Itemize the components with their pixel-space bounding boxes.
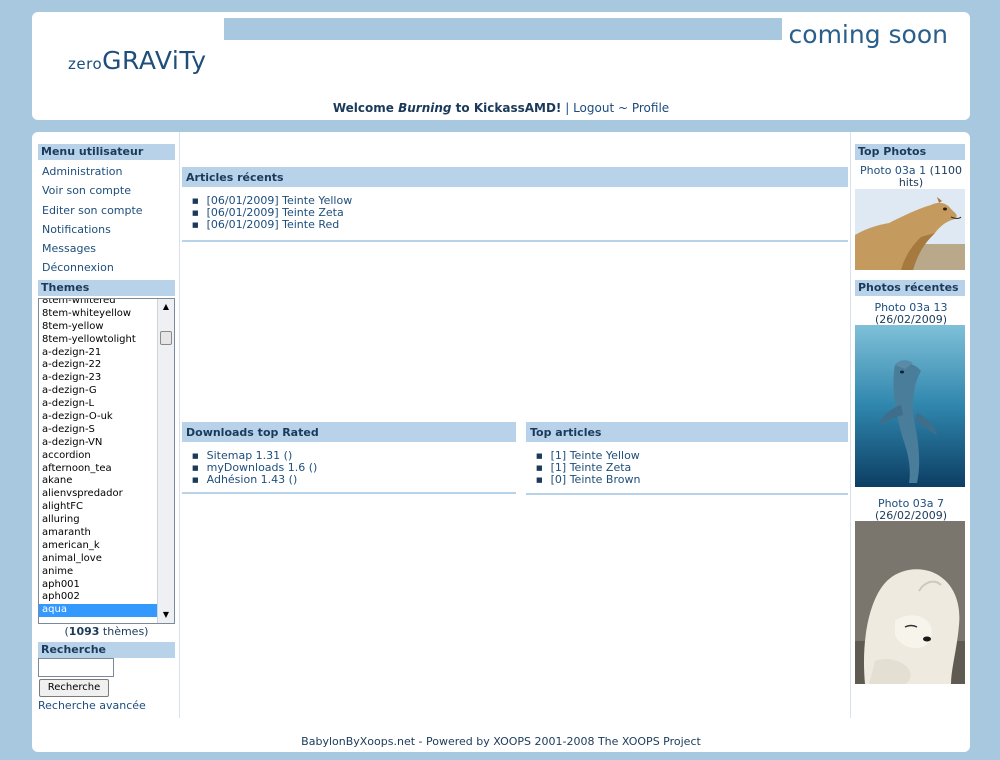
themes-scrollbar[interactable]: ▲ ▼ (157, 299, 174, 623)
theme-option[interactable]: a-dezign-G (39, 385, 157, 398)
recent-photo-caption: Photo 03a 7 (26/02/2009) (853, 498, 969, 522)
main-content: Menu utilisateur Administration Voir son… (32, 132, 970, 752)
footer: BabylonByXoops.net - Powered by XOOPS 20… (301, 735, 701, 748)
theme-option[interactable]: a-dezign-21 (39, 347, 157, 360)
theme-option[interactable]: 8tem-whiteyellow (39, 308, 157, 321)
theme-option[interactable]: aph002 (39, 591, 157, 604)
recent-articles-title: Articles récents (182, 167, 848, 187)
theme-option[interactable]: amaranth (39, 527, 157, 540)
top-articles-block: Top articles [1] Teinte Yellow [1] Teint… (526, 422, 848, 495)
dolphin-image (855, 325, 965, 487)
advanced-search-link[interactable]: Recherche avancée (38, 699, 146, 712)
right-column: Top Photos Photo 03a 1 (1100 hits) Photo… (850, 132, 970, 718)
top-articles-list: [1] Teinte Yellow [1] Teinte Zeta [0] Te… (526, 442, 848, 490)
themes-count-suffix: thèmes) (99, 625, 149, 638)
themes-title: Themes (38, 280, 175, 296)
profile-link[interactable]: Profile (632, 101, 669, 115)
theme-option[interactable]: anime (39, 566, 157, 579)
theme-option[interactable]: afternoon_tea (39, 463, 157, 476)
search-input[interactable] (38, 658, 114, 677)
menu-item-messages[interactable]: Messages (42, 239, 176, 258)
themes-count: (1093 thèmes) (64, 625, 149, 638)
logo-big-text: GRAViTy (102, 46, 207, 75)
themes-count-number: 1093 (68, 625, 100, 638)
menu-item-notifications[interactable]: Notifications (42, 220, 176, 239)
menu-item-view-account[interactable]: Voir son compte (42, 181, 176, 200)
downloads-top-rated-block: Downloads top Rated Sitemap 1.31 () myDo… (182, 422, 516, 494)
recent-articles-block: Articles récents [06/01/2009] Teinte Yel… (182, 167, 848, 242)
coming-soon-banner: coming soon (788, 20, 948, 49)
theme-option[interactable]: accordion (39, 450, 157, 463)
polar-bear-image (855, 521, 965, 684)
camel-image (855, 189, 965, 270)
user-menu: Administration Voir son compte Editer so… (42, 162, 176, 278)
theme-option[interactable]: a-dezign-S (39, 424, 157, 437)
username: Burning (398, 101, 452, 115)
search-button[interactable]: Recherche (39, 679, 109, 697)
theme-option[interactable]: 8tem-yellowtolight (39, 334, 157, 347)
theme-option[interactable]: a-dezign-23 (39, 372, 157, 385)
article-link[interactable]: [06/01/2009] Teinte Red (192, 219, 848, 231)
polar-bear-photo[interactable] (855, 521, 965, 684)
scroll-thumb[interactable] (160, 331, 172, 345)
left-column: Menu utilisateur Administration Voir son… (32, 132, 180, 718)
camel-photo[interactable] (855, 189, 965, 270)
top-photo-caption: Photo 03a 1 (1100 hits) (853, 165, 969, 189)
recent-articles-list: [06/01/2009] Teinte Yellow [06/01/2009] … (182, 187, 848, 235)
logout-link[interactable]: Logout (573, 101, 614, 115)
theme-option-selected[interactable]: aqua (39, 604, 157, 618)
scroll-up-arrow-icon[interactable]: ▲ (158, 299, 174, 315)
top-article-link[interactable]: [0] Teinte Brown (536, 474, 848, 486)
tilde-separator: ~ (614, 101, 632, 115)
header-tab (40, 20, 224, 30)
themes-options: 8tem-whitered 8tem-whiteyellow 8tem-yell… (39, 299, 157, 618)
themes-listbox[interactable]: 8tem-whitered 8tem-whiteyellow 8tem-yell… (38, 298, 175, 624)
menu-item-edit-account[interactable]: Editer son compte (42, 201, 176, 220)
theme-option[interactable]: a-dezign-O-uk (39, 411, 157, 424)
downloads-title: Downloads top Rated (182, 422, 516, 442)
theme-option[interactable]: aph001 (39, 579, 157, 592)
theme-option[interactable]: 8tem-yellow (39, 321, 157, 334)
dolphin-photo[interactable] (855, 325, 965, 487)
theme-option[interactable]: alienvspredador (39, 488, 157, 501)
theme-option[interactable]: american_k (39, 540, 157, 553)
downloads-list: Sitemap 1.31 () myDownloads 1.6 () Adhés… (182, 442, 516, 490)
theme-option[interactable]: akane (39, 475, 157, 488)
user-menu-title: Menu utilisateur (38, 144, 175, 160)
recent-photos-title: Photos récentes (855, 280, 965, 296)
theme-option[interactable]: a-dezign-L (39, 398, 157, 411)
menu-item-administration[interactable]: Administration (42, 162, 176, 181)
theme-option[interactable]: a-dezign-VN (39, 437, 157, 450)
top-articles-title: Top articles (526, 422, 848, 442)
download-link[interactable]: Adhésion 1.43 () (192, 474, 516, 486)
theme-option[interactable]: alluring (39, 514, 157, 527)
theme-option[interactable]: alightFC (39, 501, 157, 514)
separator: | (561, 101, 574, 115)
menu-item-logout[interactable]: Déconnexion (42, 258, 176, 277)
welcome-site: to KickassAMD! (451, 101, 562, 115)
site-header: zeroGRAViTy coming soon Welcome Burning … (32, 12, 970, 120)
theme-option[interactable]: 8tem-whitered (39, 299, 157, 308)
scroll-down-arrow-icon[interactable]: ▼ (158, 607, 174, 623)
logo-small-text: zero (68, 55, 103, 73)
theme-option[interactable]: animal_love (39, 553, 157, 566)
welcome-bar: Welcome Burning to KickassAMD! | Logout … (32, 101, 970, 115)
recent-photo-caption: Photo 03a 13 (26/02/2009) (853, 302, 969, 326)
search-title: Recherche (38, 642, 175, 658)
header-strip (224, 18, 782, 40)
theme-option[interactable]: a-dezign-22 (39, 359, 157, 372)
site-logo[interactable]: zeroGRAViTy (68, 46, 207, 75)
welcome-prefix: Welcome (332, 101, 399, 115)
top-photos-title: Top Photos (855, 144, 965, 160)
